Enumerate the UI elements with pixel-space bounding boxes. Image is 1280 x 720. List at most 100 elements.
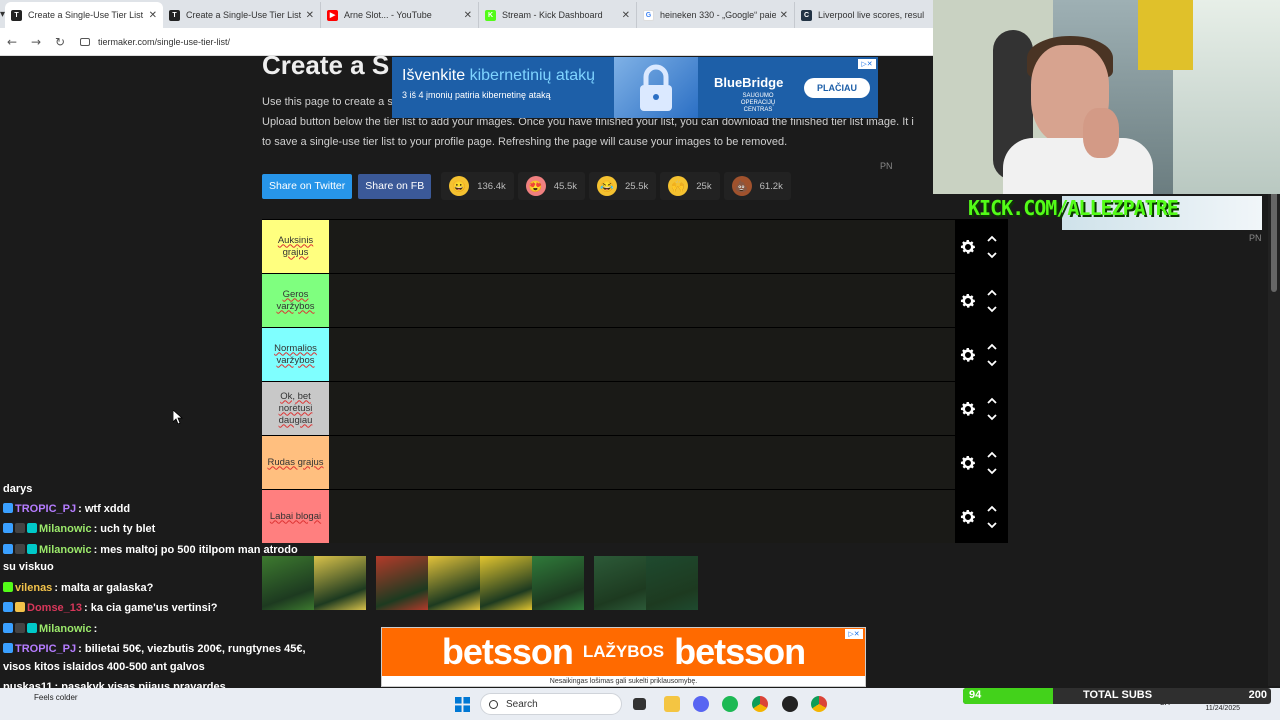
tab-title: Liverpool live scores, resul [818,10,925,20]
chevron-down-icon[interactable] [987,305,997,313]
pool-image[interactable] [480,556,532,610]
ad-pn-label: PN [880,161,893,171]
pool-image[interactable] [594,556,646,610]
chat-username[interactable]: Milanowic [39,523,92,535]
browser-tab[interactable]: ▶ Arne Slot... - YouTube ✕ [321,2,480,28]
chevron-down-icon[interactable] [987,359,997,367]
spotify-icon[interactable] [722,696,738,712]
ad-choices-icon[interactable]: ▷✕ [845,629,863,639]
task-view-icon[interactable] [633,698,646,710]
tier-label[interactable]: Labai blogai [262,490,329,543]
reaction-button[interactable]: 😍 45.5k [517,172,585,200]
gear-icon[interactable] [959,238,977,256]
tab-title: Stream - Kick Dashboard [502,10,603,20]
chat-message: Milanowic: mes maltoj po 500 itilpom man… [3,544,298,556]
chevron-up-icon[interactable] [987,505,997,513]
site-info-icon[interactable] [80,37,90,46]
tier-list: Auksinis grajus Geros varžybos Normalios v… [262,219,1008,543]
reaction-button[interactable]: 💩 61.2k [723,172,791,200]
chat-text: : [93,623,98,635]
reaction-button[interactable]: 😂 25.5k [589,172,657,200]
chat-username[interactable]: TROPIC_PJ [15,643,76,655]
taskbar-search[interactable]: Search [480,693,622,715]
chevron-up-icon[interactable] [987,235,997,243]
chevron-down-icon[interactable] [987,251,997,259]
reaction-button[interactable]: 😀 136.4k [441,172,514,200]
browser-tab[interactable]: K Stream - Kick Dashboard ✕ [479,2,638,28]
tier-label[interactable]: Normalios varžybos [262,328,329,381]
chat-message: su viskuo [3,561,54,573]
tier-label-text: Normalios varžybos [274,342,317,366]
chevron-down-icon[interactable] [987,521,997,529]
share-twitter-button[interactable]: Share on Twitter [262,173,353,199]
chevron-down-icon[interactable] [987,413,997,421]
bluebridge-ad[interactable]: Išvenkite kibernetinių atakų 3 iš 4 įmon… [392,57,878,118]
tier-label[interactable]: Ok, bet norėtusi daugiau [262,382,329,435]
tab-close-icon[interactable]: ✕ [780,10,788,21]
browser-tab[interactable]: T Create a Single-Use Tier List (P ✕ [5,2,164,28]
ad-choices-icon[interactable]: ▷✕ [858,59,876,69]
chat-username[interactable]: Milanowic [39,623,92,635]
chevron-down-icon[interactable] [987,467,997,475]
chevron-up-icon[interactable] [987,289,997,297]
file-explorer-icon[interactable] [664,696,680,712]
pool-image[interactable] [428,556,480,610]
gear-icon[interactable] [959,454,977,472]
windows-start-icon[interactable] [455,697,470,712]
browser-tab[interactable]: Gheineken 330 - „Google“ paieš ✕ [637,2,796,28]
tier-label[interactable]: Geros varžybos [262,274,329,327]
browser-tab[interactable]: CLiverpool live scores, resul✕ [795,2,954,28]
screen: ▾ T Create a Single-Use Tier List (P ✕ T Cre… [0,0,1280,720]
tier-drop-zone[interactable] [329,436,955,489]
tier-label[interactable]: Auksinis grajus [262,220,329,273]
tab-favicon-icon: C [801,9,813,21]
tier-controls [955,490,1008,543]
tier-label[interactable]: Rudas grajus [262,436,329,489]
tab-close-icon[interactable]: ✕ [464,10,472,21]
tier-drop-zone[interactable] [329,274,955,327]
clock-date[interactable]: 11/24/2025 [1205,705,1240,712]
gear-icon[interactable] [959,400,977,418]
ad-cta-button[interactable]: PLAČIAU [804,78,870,98]
discord-icon[interactable] [693,696,709,712]
tier-drop-zone[interactable] [329,328,955,381]
reload-icon[interactable]: ↻ [48,35,72,49]
gear-icon[interactable] [959,508,977,526]
pool-image[interactable] [314,556,366,610]
chat-username[interactable]: Domse_13 [27,602,82,614]
reaction-emoji-icon: 😂 [597,176,617,196]
obs-icon[interactable] [782,696,798,712]
tab-close-icon[interactable]: ✕ [149,10,157,21]
url-field[interactable]: tiermaker.com/single-use-tier-list/ [80,37,230,47]
chrome-icon-2[interactable] [811,696,827,712]
betsson-ad[interactable]: betsson LAŽYBOS betsson Nesaikingas loši… [381,627,866,687]
tab-close-icon[interactable]: ✕ [306,10,314,21]
gear-icon[interactable] [959,292,977,310]
gear-icon[interactable] [959,346,977,364]
browser-tab[interactable]: T Create a Single-Use Tier List (P ✕ [163,2,322,28]
chrome-icon[interactable] [752,696,768,712]
chevron-up-icon[interactable] [987,451,997,459]
ad-strip: betsson LAŽYBOS betsson [382,628,865,676]
tier-controls [955,220,1008,273]
pool-image[interactable] [646,556,698,610]
chat-text: : uch ty blet [93,523,156,535]
back-icon[interactable]: ← [0,35,24,49]
pool-image[interactable] [376,556,428,610]
chevron-up-icon[interactable] [987,397,997,405]
reaction-button[interactable]: 🙌 25k [660,172,720,200]
chat-username[interactable]: vilenas [15,582,52,594]
pool-image[interactable] [262,556,314,610]
tier-drop-zone[interactable] [329,220,955,273]
share-fb-button[interactable]: Share on FB [358,173,432,199]
chat-username[interactable]: TROPIC_PJ [15,503,76,515]
weather-widget[interactable]: Feels colder [34,693,78,702]
tab-favicon-icon: T [169,9,181,21]
pool-image[interactable] [532,556,584,610]
tier-drop-zone[interactable] [329,382,955,435]
chat-username[interactable]: Milanowic [39,544,92,556]
chevron-up-icon[interactable] [987,343,997,351]
tier-drop-zone[interactable] [329,490,955,543]
forward-icon[interactable]: → [24,35,48,49]
tab-close-icon[interactable]: ✕ [622,10,630,21]
